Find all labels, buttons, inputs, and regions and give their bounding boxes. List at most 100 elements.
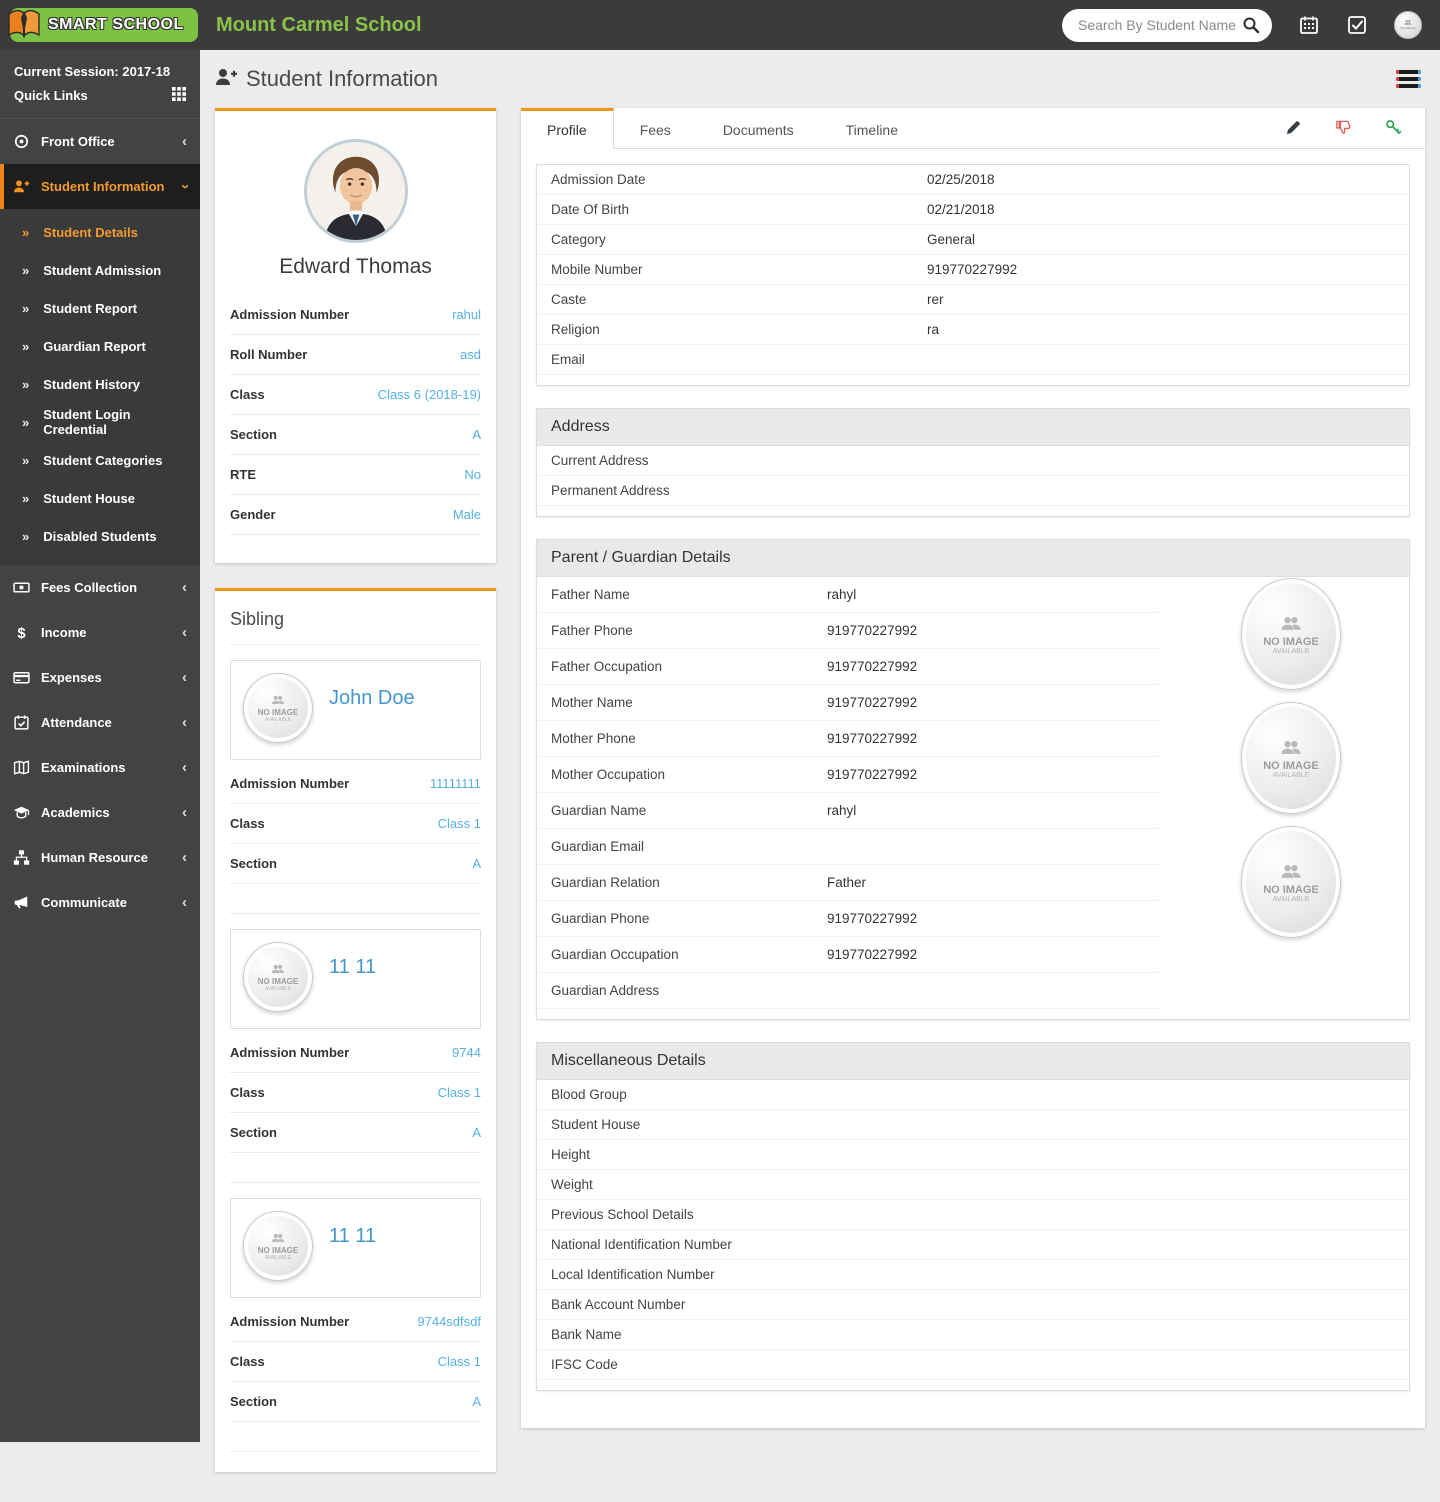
- detail-value: rahul: [452, 307, 481, 322]
- search-input[interactable]: [1078, 17, 1242, 33]
- student-info-icon: [13, 178, 30, 195]
- field-label: Bank Account Number: [551, 1297, 686, 1312]
- field-value: Father: [827, 875, 867, 890]
- double-arrow-icon: »: [22, 262, 30, 278]
- sibling-card[interactable]: NO IMAGE AVAILABLE 11 11: [230, 929, 481, 1029]
- detail-label: Class: [230, 387, 265, 402]
- parent-row: Mother Phone 919770227992: [537, 721, 1159, 757]
- field-label: Father Phone: [551, 623, 633, 638]
- submenu-item[interactable]: » Student History: [0, 365, 200, 403]
- profile-row: Date Of Birth 02/21/2018: [537, 195, 1409, 225]
- student-profile-panel: Profile Fees Documents Timeline Admissio…: [521, 108, 1425, 1428]
- double-arrow-icon: »: [22, 338, 30, 354]
- submenu-item[interactable]: » Student Admission: [0, 251, 200, 289]
- tab[interactable]: Documents: [697, 108, 820, 148]
- login-key-icon[interactable]: [1385, 119, 1403, 137]
- sibling-name-link[interactable]: John Doe: [329, 687, 415, 710]
- field-value: 919770227992: [927, 262, 1018, 277]
- hamburger-menu-icon[interactable]: [1392, 63, 1425, 95]
- misc-row: Local Identification Number: [537, 1260, 1409, 1290]
- submenu-item[interactable]: » Guardian Report: [0, 327, 200, 365]
- misc-row: Height: [537, 1140, 1409, 1170]
- field-value: 919770227992: [827, 947, 918, 962]
- field-label: Father Occupation: [551, 659, 663, 674]
- submenu-item[interactable]: » Student Categories: [0, 441, 200, 479]
- grid-icon[interactable]: [172, 87, 186, 104]
- section-title: Parent / Guardian Details: [537, 540, 1409, 577]
- no-image-avatar: NO IMAGE AVAILABLE: [243, 942, 313, 1012]
- app-logo[interactable]: SMART SCHOOL: [0, 0, 200, 50]
- income-icon: $: [13, 624, 30, 641]
- address-row: Permanent Address: [537, 476, 1409, 506]
- detail-label: Roll Number: [230, 347, 308, 362]
- tab[interactable]: Timeline: [820, 108, 924, 148]
- tab[interactable]: Fees: [614, 108, 697, 148]
- field-label: Mother Name: [551, 695, 633, 710]
- sidebar-item[interactable]: Human Resource ‹: [0, 835, 200, 880]
- detail-value: Male: [452, 507, 481, 522]
- sidebar-item-student-information[interactable]: Student Information ‹: [0, 164, 200, 209]
- sidebar-item-label: Human Resource: [41, 850, 148, 865]
- submenu-item[interactable]: » Student Report: [0, 289, 200, 327]
- profile-row: Caste rer: [537, 285, 1409, 315]
- parent-guardian-section: Parent / Guardian Details Father Name ra…: [536, 539, 1410, 1020]
- detail-label: RTE: [230, 467, 256, 482]
- field-label: Blood Group: [551, 1087, 627, 1102]
- sibling-card[interactable]: NO IMAGE AVAILABLE John Doe: [230, 660, 481, 760]
- field-label: Permanent Address: [551, 483, 670, 498]
- submenu-item[interactable]: » Disabled Students: [0, 517, 200, 555]
- detail-value: No: [464, 467, 481, 482]
- field-value: 02/25/2018: [927, 172, 995, 187]
- double-arrow-icon: »: [22, 300, 30, 316]
- sidebar-item[interactable]: Communicate ‹: [0, 880, 200, 925]
- guardian-photo-placeholder: NO IMAGE AVAILABLE: [1241, 826, 1341, 938]
- spacer-row: [230, 1422, 481, 1452]
- quick-links[interactable]: Quick Links: [14, 83, 186, 110]
- disable-thumbsdown-icon[interactable]: [1335, 119, 1353, 137]
- calendar-icon[interactable]: [1298, 14, 1320, 36]
- chevron-left-icon: ‹: [182, 669, 187, 686]
- field-value: 919770227992: [827, 695, 918, 710]
- submenu-item[interactable]: » Student Login Credential: [0, 403, 200, 441]
- tasks-check-icon[interactable]: [1346, 14, 1368, 36]
- exams-icon: [13, 759, 30, 776]
- chevron-left-icon: ‹: [182, 624, 187, 641]
- edit-pencil-icon[interactable]: [1285, 119, 1303, 137]
- sidebar-item[interactable]: Expenses ‹: [0, 655, 200, 700]
- submenu-item[interactable]: » Student House: [0, 479, 200, 517]
- sidebar-item[interactable]: Front Office ‹: [0, 119, 200, 164]
- sidebar-item[interactable]: Fees Collection ‹: [0, 565, 200, 610]
- search-icon[interactable]: [1242, 16, 1260, 34]
- field-label: Category: [551, 232, 606, 247]
- sidebar-item-label: Expenses: [41, 670, 102, 685]
- chevron-left-icon: ‹: [182, 804, 187, 821]
- father-photo-placeholder: NO IMAGE AVAILABLE: [1241, 578, 1341, 690]
- sibling-card[interactable]: NO IMAGE AVAILABLE 11 11: [230, 1198, 481, 1298]
- parent-row: Father Phone 919770227992: [537, 613, 1159, 649]
- sibling-detail-row: Class Class 1: [230, 1073, 481, 1113]
- sibling-name-link[interactable]: 11 11: [329, 1225, 376, 1248]
- sidebar-item[interactable]: Attendance ‹: [0, 700, 200, 745]
- misc-row: National Identification Number: [537, 1230, 1409, 1260]
- sibling-detail-row: Section A: [230, 844, 481, 884]
- sidebar-item[interactable]: $ Income ‹: [0, 610, 200, 655]
- sidebar-item-label: Academics: [41, 805, 110, 820]
- no-image-avatar: NO IMAGE AVAILABLE: [243, 1211, 313, 1281]
- misc-row: Weight: [537, 1170, 1409, 1200]
- academics-icon: [13, 804, 30, 821]
- sidebar-item-label: Fees Collection: [41, 580, 138, 595]
- profile-row: Mobile Number 919770227992: [537, 255, 1409, 285]
- field-value: 919770227992: [827, 731, 918, 746]
- student-search-box[interactable]: [1062, 8, 1272, 42]
- user-avatar[interactable]: NO IMAGE: [1394, 11, 1422, 39]
- sidebar-item[interactable]: Academics ‹: [0, 790, 200, 835]
- sibling-name-link[interactable]: 11 11: [329, 956, 376, 979]
- address-row: Current Address: [537, 446, 1409, 476]
- detail-label: Admission Number: [230, 307, 350, 322]
- submenu-item-label: Student History: [43, 376, 141, 392]
- tab[interactable]: Profile: [521, 108, 614, 149]
- chevron-left-icon: ‹: [182, 714, 187, 731]
- sidebar-item[interactable]: Examinations ‹: [0, 745, 200, 790]
- student-detail-row: Roll Number asd: [230, 335, 481, 375]
- submenu-item[interactable]: » Student Details: [0, 213, 200, 251]
